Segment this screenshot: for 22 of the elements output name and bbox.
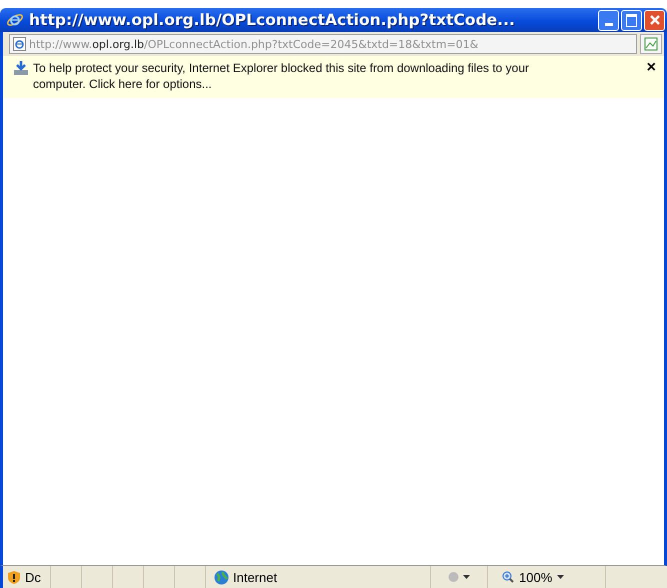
url-text: http://www.opl.org.lb/OPLconnectAction.php?txtCode=2045&txtd=18&txtm=01& — [29, 38, 478, 50]
globe-icon — [214, 570, 229, 584]
shield-warning-icon — [7, 570, 21, 584]
close-button[interactable]: × — [646, 60, 656, 76]
zoom-icon — [502, 571, 514, 583]
image-button[interactable] — [640, 34, 662, 54]
maximize-button[interactable] — [621, 10, 642, 30]
address-field[interactable]: http://www.opl.org.lb/OPLconnectAction.php?txtCode=2045&txtd=18&txtm=01& — [9, 34, 637, 54]
close-button[interactable] — [644, 10, 665, 30]
caret-icon — [557, 575, 564, 579]
zoom-button[interactable]: 100% — [488, 566, 606, 588]
page-icon — [13, 37, 26, 51]
close-icon — [648, 14, 660, 26]
status-text: Dc — [25, 570, 41, 584]
browser-logo-icon — [6, 11, 24, 29]
window-title: http://www.opl.org.lb/OPLconnectAction.php?txtCode... — [29, 11, 516, 29]
minimize-button[interactable] — [598, 10, 619, 30]
information-message: To help protect your security, Internet Explorer blocked this site from downloading files to your computer. Click here for options... — [33, 60, 530, 92]
download-icon — [13, 60, 29, 76]
information-bar[interactable]: To help protect your security, Internet Explorer blocked this site from downloading files to your computer. Click here for options... × — [0, 56, 667, 98]
caret-icon — [463, 575, 470, 579]
security-zone-text: Internet — [233, 570, 278, 584]
